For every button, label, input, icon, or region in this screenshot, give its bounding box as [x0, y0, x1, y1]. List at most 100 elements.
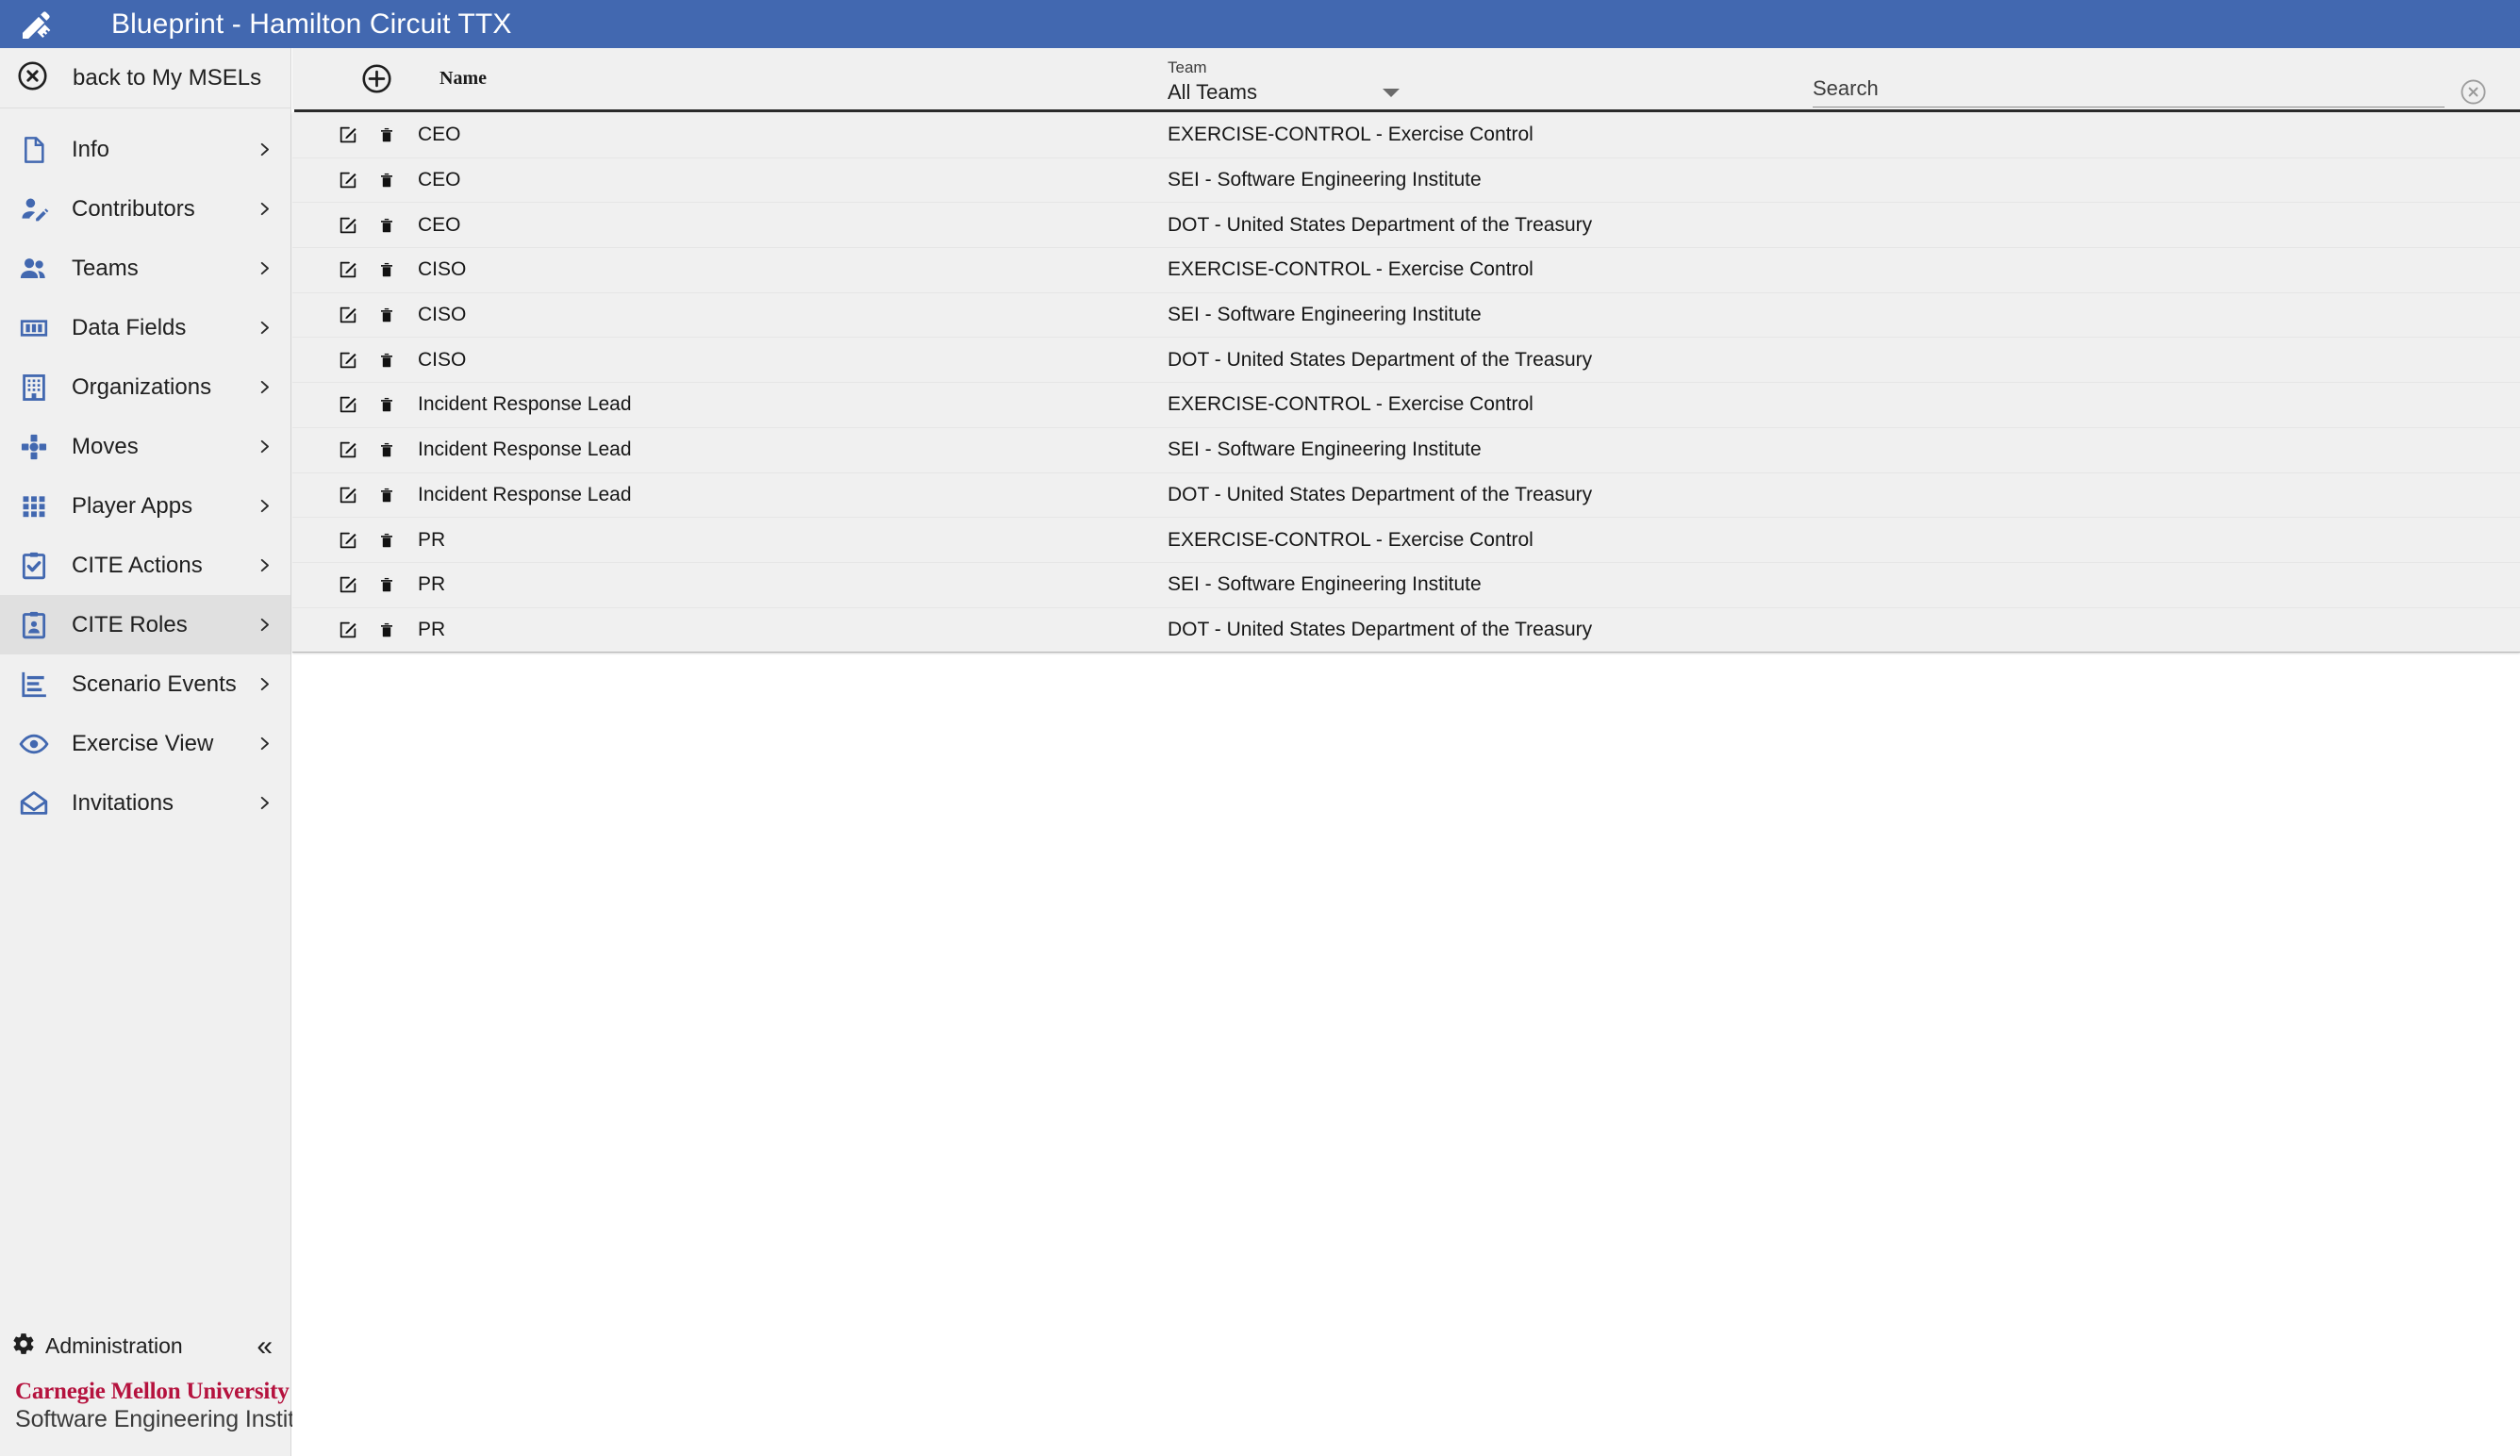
- trash-icon[interactable]: [376, 573, 397, 596]
- team-name: SEI - Software Engineering Institute: [1168, 169, 1482, 191]
- clipboard-user-icon: [19, 610, 58, 640]
- table-row[interactable]: CISO SEI - Software Engineering Institute: [292, 291, 2520, 338]
- edit-pencil-square-icon[interactable]: [338, 619, 358, 641]
- trash-icon[interactable]: [376, 529, 397, 552]
- team-filter-control[interactable]: All Teams: [1168, 80, 1403, 110]
- people-icon: [19, 254, 58, 284]
- double-chevron-left-icon[interactable]: «: [257, 1332, 273, 1361]
- grid-apps-icon: [19, 491, 58, 521]
- table-cell-name: Incident Response Lead: [292, 393, 1168, 416]
- table-cell-name: CISO: [292, 349, 1168, 372]
- edit-pencil-square-icon[interactable]: [338, 573, 358, 596]
- trash-icon[interactable]: [376, 438, 397, 461]
- search-clear-button[interactable]: [2460, 78, 2487, 106]
- sidebar-item-label: Teams: [72, 255, 139, 281]
- table-cell-name: PR: [292, 573, 1168, 596]
- gear-icon: [11, 1332, 36, 1361]
- sidebar-item-scenario-events[interactable]: Scenario Events: [0, 654, 290, 714]
- sidebar-item-label: Player Apps: [72, 492, 193, 519]
- chevron-right-icon: [255, 379, 274, 395]
- sidebar-item-cite-roles[interactable]: CITE Roles: [0, 595, 290, 654]
- edit-pencil-square-icon[interactable]: [338, 484, 358, 506]
- table-row[interactable]: CEO SEI - Software Engineering Institute: [292, 157, 2520, 203]
- table-row[interactable]: CISO DOT - United States Department of th…: [292, 337, 2520, 383]
- table-cell-name: CISO: [292, 258, 1168, 281]
- chevron-right-icon: [255, 320, 274, 336]
- back-to-my-msels-label: back to My MSELs: [73, 64, 262, 91]
- team-name: EXERCISE-CONTROL - Exercise Control: [1168, 258, 1534, 281]
- edit-pencil-square-icon[interactable]: [338, 438, 358, 461]
- column-header-name: Name: [439, 68, 487, 89]
- sidebar-item-label: CITE Roles: [72, 611, 188, 637]
- circle-x-icon: [17, 60, 48, 96]
- sidebar-item-player-apps[interactable]: Player Apps: [0, 476, 290, 536]
- edit-pencil-square-icon[interactable]: [338, 258, 358, 281]
- sidebar-item-label: Scenario Events: [72, 670, 237, 697]
- team-name: DOT - United States Department of the Tr…: [1168, 483, 1593, 505]
- gantt-chart-icon: [19, 670, 58, 700]
- trash-icon[interactable]: [376, 169, 397, 191]
- team-name: SEI - Software Engineering Institute: [1168, 438, 1482, 461]
- app-logo[interactable]: [0, 0, 74, 48]
- app-title: Blueprint - Hamilton Circuit TTX: [111, 8, 512, 40]
- edit-pencil-square-icon[interactable]: [338, 169, 358, 191]
- edit-pencil-square-icon[interactable]: [338, 529, 358, 552]
- team-name: EXERCISE-CONTROL - Exercise Control: [1168, 123, 1534, 145]
- sidebar-item-cite-actions[interactable]: CITE Actions: [0, 536, 290, 595]
- eye-icon: [19, 729, 58, 759]
- building-icon: [19, 372, 58, 403]
- trash-icon[interactable]: [376, 619, 397, 641]
- trash-icon[interactable]: [376, 124, 397, 146]
- sidebar-item-contributors[interactable]: Contributors: [0, 179, 290, 239]
- edit-pencil-square-icon[interactable]: [338, 214, 358, 237]
- table-cell-name: Incident Response Lead: [292, 484, 1168, 506]
- table-row[interactable]: CISO EXERCISE-CONTROL - Exercise Control: [292, 247, 2520, 292]
- table-row[interactable]: CEO EXERCISE-CONTROL - Exercise Control: [292, 112, 2520, 157]
- sidebar-item-label: Organizations: [72, 373, 212, 400]
- team-name: EXERCISE-CONTROL - Exercise Control: [1168, 393, 1534, 416]
- table-row[interactable]: Incident Response Lead DOT - United State…: [292, 472, 2520, 518]
- role-name: CEO: [418, 169, 461, 191]
- role-name: CEO: [418, 123, 461, 145]
- sei-brand-line: Software Engineering Institute: [15, 1406, 327, 1432]
- trash-icon[interactable]: [376, 214, 397, 237]
- table-row[interactable]: Incident Response Lead EXERCISE-CONTROL -…: [292, 382, 2520, 427]
- trash-icon[interactable]: [376, 258, 397, 281]
- table-row[interactable]: PR SEI - Software Engineering Institute: [292, 561, 2520, 607]
- edit-pencil-square-icon[interactable]: [338, 393, 358, 416]
- sidebar-nav: Info Contributors Teams Data Fields Orga…: [0, 108, 290, 833]
- chevron-right-icon: [255, 498, 274, 514]
- back-to-my-msels-button[interactable]: back to My MSELs: [0, 48, 290, 108]
- table-row[interactable]: Incident Response Lead SEI - Software Eng…: [292, 426, 2520, 472]
- edit-pencil-square-icon[interactable]: [338, 349, 358, 372]
- table-row[interactable]: CEO DOT - United States Department of the…: [292, 202, 2520, 248]
- search-input[interactable]: [1813, 76, 2445, 108]
- chevron-right-icon: [255, 141, 274, 157]
- document-icon: [19, 135, 58, 165]
- trash-icon[interactable]: [376, 349, 397, 372]
- sidebar-item-invitations[interactable]: Invitations: [0, 773, 290, 833]
- trash-icon[interactable]: [376, 393, 397, 416]
- add-role-button[interactable]: [361, 63, 392, 94]
- sidebar-item-data-fields[interactable]: Data Fields: [0, 298, 290, 357]
- sidebar-item-exercise-view[interactable]: Exercise View: [0, 714, 290, 773]
- table-row[interactable]: PR EXERCISE-CONTROL - Exercise Control: [292, 517, 2520, 562]
- table-row[interactable]: PR DOT - United States Department of the …: [292, 606, 2520, 653]
- administration-button[interactable]: Administration «: [0, 1321, 290, 1372]
- sidebar-item-teams[interactable]: Teams: [0, 239, 290, 298]
- chevron-right-icon: [255, 676, 274, 692]
- clipboard-check-icon: [19, 551, 58, 581]
- sidebar-item-info[interactable]: Info: [0, 120, 290, 179]
- sidebar-item-moves[interactable]: Moves: [0, 417, 290, 476]
- sidebar-item-organizations[interactable]: Organizations: [0, 357, 290, 417]
- role-name: Incident Response Lead: [418, 483, 632, 505]
- team-filter[interactable]: Team All Teams: [1168, 59, 1403, 110]
- trash-icon[interactable]: [376, 304, 397, 326]
- team-name: SEI - Software Engineering Institute: [1168, 304, 1482, 326]
- team-name: DOT - United States Department of the Tr…: [1168, 213, 1593, 236]
- edit-pencil-square-icon[interactable]: [338, 124, 358, 146]
- search-box: [1813, 76, 2487, 108]
- trash-icon[interactable]: [376, 484, 397, 506]
- edit-pencil-square-icon[interactable]: [338, 304, 358, 326]
